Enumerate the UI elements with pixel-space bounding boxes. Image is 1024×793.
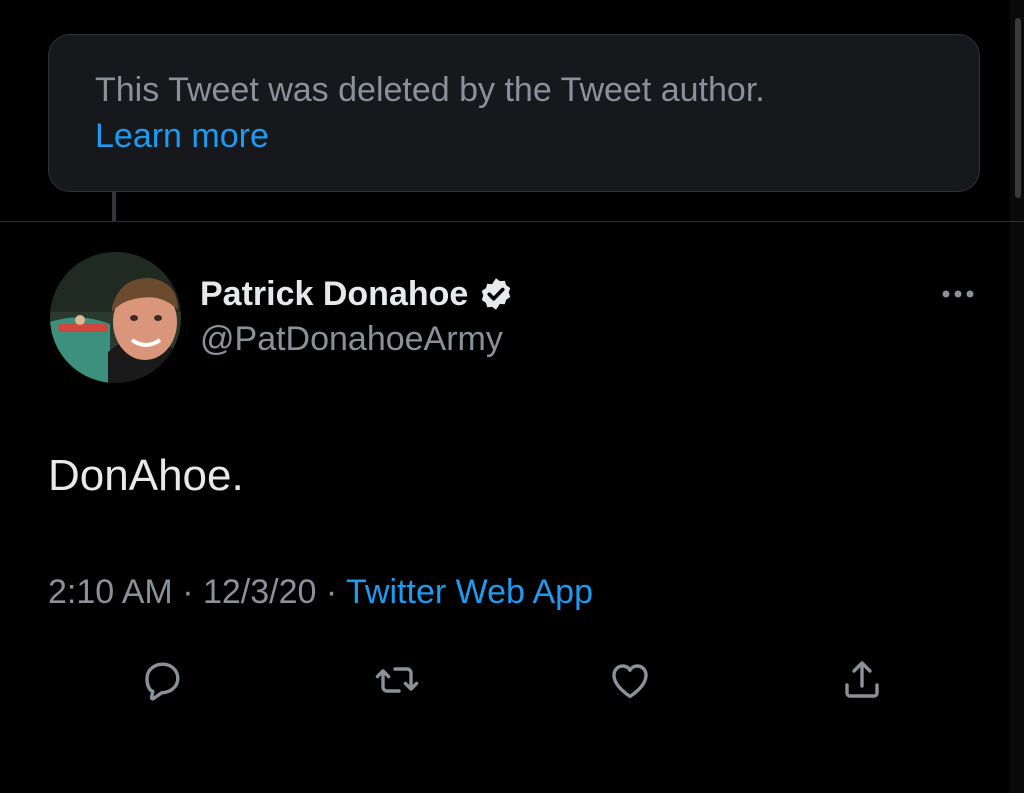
tweet-date[interactable]: 12/3/20 (203, 573, 316, 611)
tweet-time[interactable]: 2:10 AM (48, 573, 173, 611)
thread-connector-line (112, 192, 116, 222)
author-name[interactable]: Patrick Donahoe (200, 275, 468, 314)
more-options-icon[interactable] (940, 282, 980, 306)
tweet-text: DonAhoe. (48, 451, 244, 500)
deleted-tweet-notice: This Tweet was deleted by the Tweet auth… (48, 34, 980, 192)
deleted-notice-text: This Tweet was deleted by the Tweet auth… (95, 71, 765, 109)
like-button[interactable] (606, 656, 654, 704)
like-icon (612, 664, 648, 699)
scrollbar[interactable] (1010, 0, 1024, 793)
reply-icon (145, 662, 180, 701)
divider (0, 221, 1024, 222)
retweet-icon (375, 667, 419, 693)
author-handle[interactable]: @PatDonahoeArmy (200, 320, 503, 359)
share-button[interactable] (838, 656, 886, 704)
reply-button[interactable] (138, 656, 186, 704)
author-name-row[interactable]: Patrick Donahoe (200, 272, 514, 316)
avatar-photo-icon (50, 252, 181, 383)
scrollbar-thumb[interactable] (1015, 18, 1021, 198)
retweet-button[interactable] (373, 656, 421, 704)
meta-separator: · (182, 573, 203, 611)
share-icon (845, 661, 879, 698)
learn-more-link[interactable]: Learn more (95, 113, 933, 159)
tweet-source-link[interactable]: Twitter Web App (346, 573, 593, 611)
tweet-page: This Tweet was deleted by the Tweet auth… (0, 0, 1024, 793)
tweet-meta: 2:10 AM · 12/3/20 · Twitter Web App (48, 570, 593, 614)
verified-badge-icon (478, 276, 514, 312)
meta-separator: · (325, 573, 347, 611)
avatar[interactable] (50, 252, 181, 383)
